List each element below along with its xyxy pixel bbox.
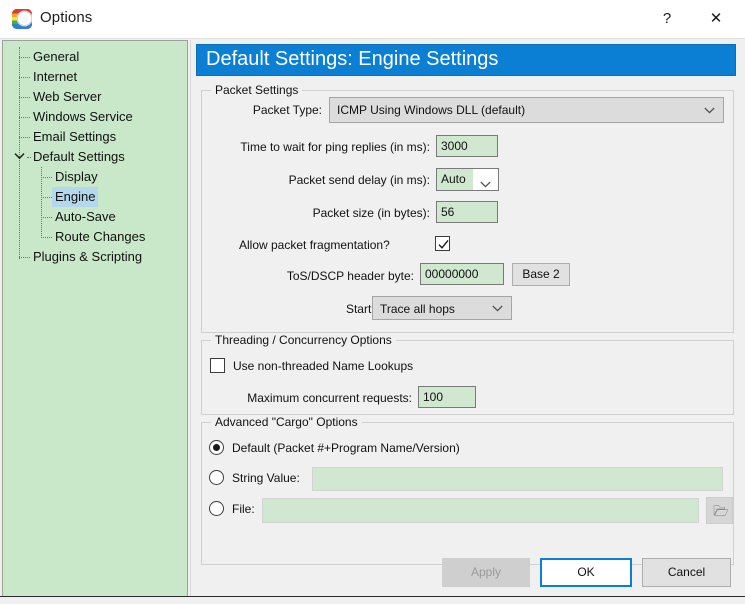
sidebar-item-label: Plugins & Scripting [33, 249, 143, 264]
cargo-default-radio[interactable] [209, 440, 224, 455]
settings-content-pane: Default Settings: Engine Settings Packet… [190, 40, 743, 597]
cargo-options-title: Advanced "Cargo" Options [211, 415, 362, 429]
sidebar-item-label: Auto-Save [55, 209, 116, 224]
packet-size-label: Packet size (in bytes): [312, 206, 430, 220]
tos-label: ToS/DSCP header byte: [286, 269, 414, 283]
sidebar-item-engine[interactable]: Engine [3, 187, 187, 207]
sidebar-item-windows-service[interactable]: Windows Service [3, 107, 187, 127]
tree-guide-line [19, 257, 30, 259]
send-delay-value: Auto [437, 169, 473, 190]
cancel-button[interactable]: Cancel [642, 558, 731, 587]
tree-guide-line [19, 97, 30, 99]
ping-wait-input[interactable]: 3000 [436, 135, 498, 157]
sidebar-item-label: Engine [52, 187, 99, 207]
tree-guide-line [19, 57, 30, 59]
tree-guide-line [41, 197, 52, 199]
chevron-down-icon [480, 177, 491, 188]
cargo-string-label: String Value: [232, 471, 300, 485]
radio-dot-icon [213, 444, 220, 451]
cargo-file-browse-button[interactable] [706, 497, 733, 524]
close-button[interactable]: ✕ [693, 0, 739, 37]
window-title: Options [40, 9, 93, 26]
sidebar-item-display[interactable]: Display [3, 167, 187, 187]
open-folder-icon [713, 505, 729, 516]
sidebar-item-label: General [33, 49, 80, 64]
sidebar-item-label: Web Server [33, 89, 102, 104]
check-icon [438, 239, 449, 249]
help-button[interactable]: ? [644, 0, 690, 37]
chevron-down-icon[interactable] [14, 152, 25, 162]
packet-type-label: Packet Type: [252, 103, 322, 117]
sidebar-item-label: Internet [33, 69, 78, 84]
base-toggle-button[interactable]: Base 2 [512, 263, 570, 286]
non-threaded-lookups-checkbox[interactable] [210, 358, 225, 373]
chevron-down-icon [704, 107, 715, 114]
sidebar-item-route-changes[interactable]: Route Changes [3, 227, 187, 247]
page-title: Default Settings: Engine Settings [206, 48, 499, 70]
apply-button[interactable]: Apply [442, 558, 530, 587]
sidebar-item-email-settings[interactable]: Email Settings [3, 127, 187, 147]
ping-wait-label: Time to wait for ping replies (in ms): [240, 140, 430, 154]
tree-guide-line [27, 157, 31, 159]
tree-guide-line [19, 117, 30, 119]
starting-hop-value: Trace all hops [380, 302, 455, 316]
sidebar-item-general[interactable]: General [3, 47, 187, 67]
cargo-file-input[interactable] [262, 498, 699, 523]
send-delay-label: Packet send delay (in ms): [288, 173, 430, 187]
cargo-string-radio[interactable] [209, 470, 224, 485]
sidebar-item-label: Default Settings [33, 149, 125, 164]
fragmentation-label: Allow packet fragmentation? [239, 238, 390, 252]
sidebar-item-plugins-scripting[interactable]: Plugins & Scripting [3, 247, 187, 267]
packet-size-input[interactable]: 56 [436, 201, 498, 223]
window-bottom-edge [0, 596, 745, 604]
packet-type-value: ICMP Using Windows DLL (default) [337, 103, 526, 117]
tree-guide-line [19, 137, 30, 139]
sidebar-item-label: Route Changes [55, 229, 146, 244]
max-requests-input[interactable]: 100 [418, 386, 476, 408]
non-threaded-lookups-label: Use non-threaded Name Lookups [233, 359, 414, 373]
tree-guide-line [41, 217, 52, 219]
packet-settings-group: Packet Settings Packet Type: ICMP Using … [201, 83, 734, 333]
send-delay-select[interactable]: Auto [436, 168, 499, 191]
cargo-file-radio[interactable] [209, 501, 224, 516]
fragmentation-checkbox[interactable] [435, 236, 450, 251]
cargo-default-label: Default (Packet #+Program Name/Version) [232, 441, 460, 455]
sidebar-item-default-settings[interactable]: Default Settings [3, 147, 187, 167]
sidebar-item-label: Display [55, 169, 98, 184]
tree-guide-line [41, 177, 52, 179]
close-icon: ✕ [709, 10, 723, 27]
options-dialog: Options ? ✕ General Internet Web Server Win… [0, 0, 745, 604]
sidebar-item-label: Windows Service [33, 109, 133, 124]
chevron-down-icon [492, 305, 503, 312]
tos-input[interactable]: 00000000 [420, 263, 504, 285]
threading-group: Threading / Concurrency Options Use non-… [201, 333, 734, 415]
question-mark-icon: ? [662, 10, 672, 27]
cargo-string-input[interactable] [312, 467, 723, 491]
page-title-banner: Default Settings: Engine Settings [196, 44, 736, 76]
threading-title: Threading / Concurrency Options [211, 333, 396, 347]
settings-tree[interactable]: General Internet Web Server Windows Service… [2, 40, 188, 597]
tree-guide-line [41, 237, 52, 239]
sidebar-item-label: Email Settings [33, 129, 117, 144]
tree-guide-line [19, 77, 30, 79]
sidebar-item-auto-save[interactable]: Auto-Save [3, 207, 187, 227]
starting-hop-select[interactable]: Trace all hops [372, 296, 512, 320]
sidebar-item-web-server[interactable]: Web Server [3, 87, 187, 107]
app-options-icon [12, 9, 32, 29]
packet-type-select[interactable]: ICMP Using Windows DLL (default) [329, 97, 724, 123]
cargo-file-label: File: [232, 502, 255, 516]
ok-button[interactable]: OK [540, 558, 632, 587]
max-requests-label: Maximum concurrent requests: [247, 391, 412, 405]
packet-settings-title: Packet Settings [211, 83, 303, 97]
sidebar-item-internet[interactable]: Internet [3, 67, 187, 87]
cargo-options-group: Advanced "Cargo" Options Default (Packet… [201, 415, 734, 565]
title-bar: Options ? ✕ [0, 0, 745, 39]
